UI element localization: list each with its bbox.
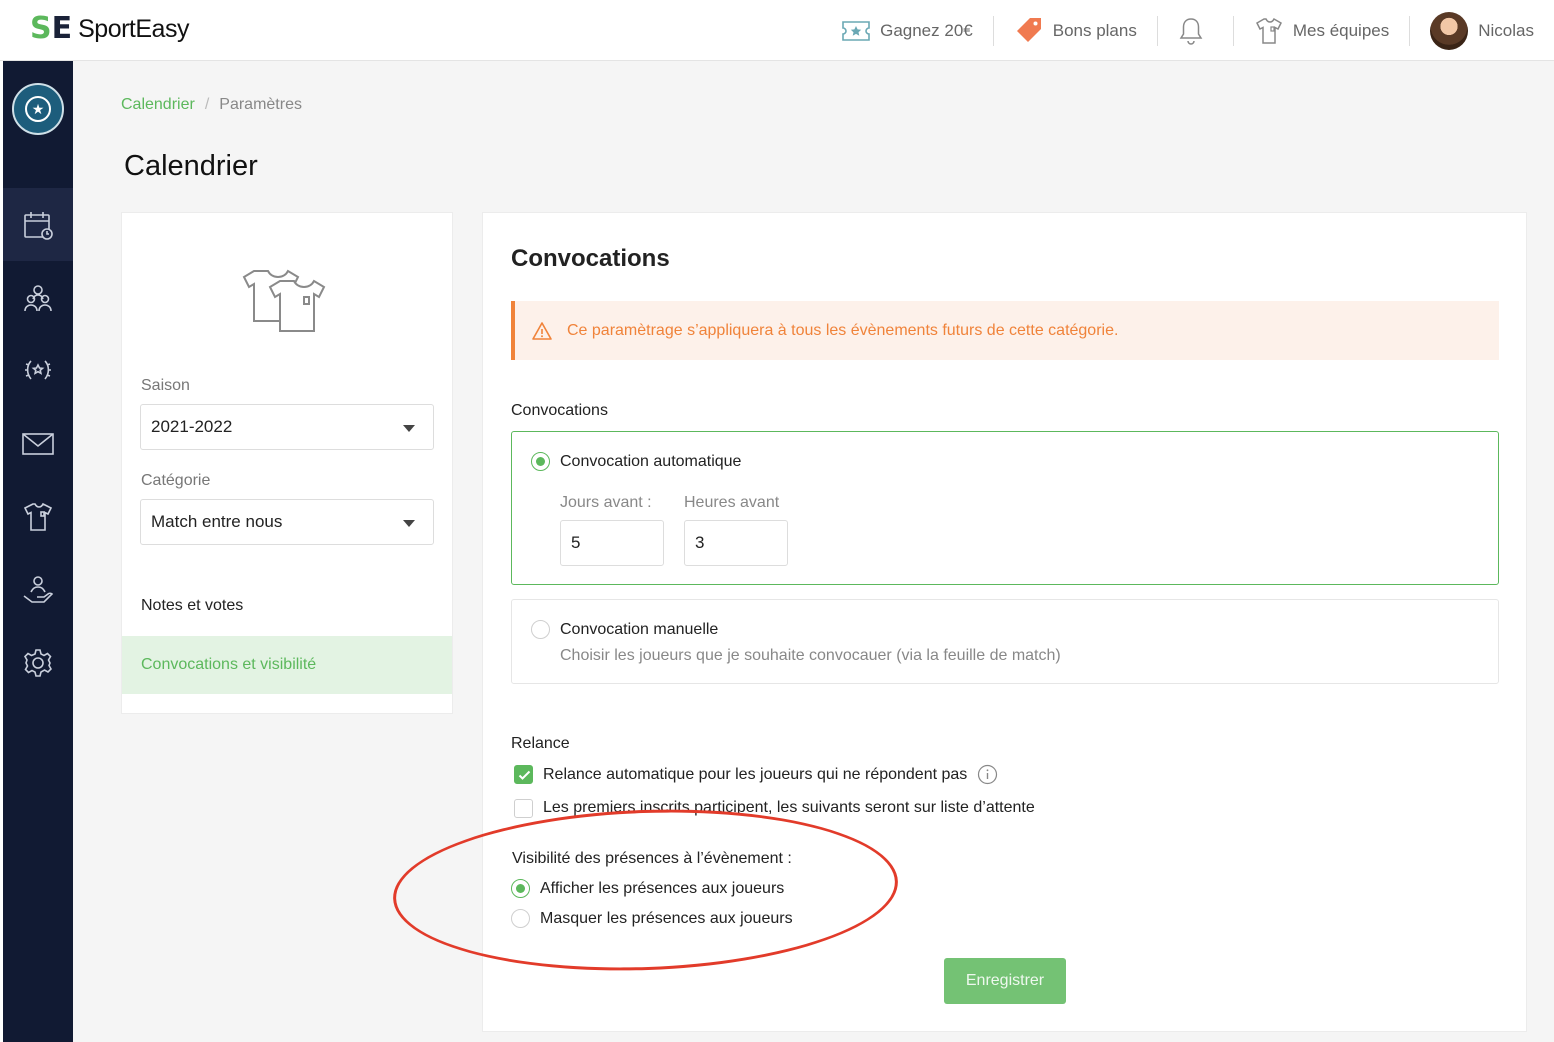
my-teams-label: Mes équipes — [1292, 20, 1390, 40]
season-label: Saison — [141, 377, 190, 394]
check-icon — [518, 770, 531, 780]
gear-icon — [24, 648, 52, 677]
manual-convocation-radio[interactable] — [531, 620, 550, 639]
laurel-icon — [25, 359, 51, 380]
top-actions: Gagnez 20€ Bons plans Mes équipes Nicola… — [821, 0, 1534, 61]
page-title: Calendrier — [124, 150, 258, 182]
sidebar-item-settings[interactable] — [3, 626, 73, 699]
deals-link[interactable]: Bons plans — [994, 15, 1158, 46]
club-badge[interactable]: ★ — [12, 83, 64, 135]
auto-reminder-label: Relance automatique pour les joueurs qui… — [543, 765, 968, 783]
tag-icon — [1016, 17, 1041, 42]
manual-convocation-option[interactable]: Convocation manuelle Choisir les joueurs… — [511, 599, 1499, 684]
warning-text: Ce paramètrage s’appliquera à tous les é… — [567, 321, 1119, 339]
sidebar-item-donations[interactable] — [3, 553, 73, 626]
save-button[interactable]: Enregistrer — [944, 958, 1066, 1004]
sidebar: ★ — [0, 61, 73, 1042]
calendar-icon — [24, 211, 53, 240]
hours-before-label: Heures avant — [684, 494, 780, 511]
hide-attendance-radio[interactable] — [511, 909, 530, 928]
show-attendance-radio[interactable] — [511, 879, 530, 898]
auto-reminder-checkbox[interactable] — [514, 765, 533, 784]
top-bar: S E SportEasy Gagnez 20€ Bons plans Mes … — [0, 0, 1554, 61]
sidebar-item-calendar[interactable] — [3, 188, 73, 261]
category-select[interactable]: Match entre nous — [140, 499, 434, 545]
warning-icon — [532, 321, 552, 340]
season-select[interactable]: 2021-2022 — [140, 404, 434, 450]
convocations-section-label: Convocations — [511, 402, 608, 419]
logo-text: SportEasy — [78, 14, 189, 43]
waiting-list-label: Les premiers inscrits participent, les s… — [543, 799, 1035, 816]
auto-convocation-radio[interactable] — [531, 452, 550, 471]
hide-attendance-label: Masquer les présences aux joueurs — [540, 910, 793, 927]
logo-mark: S E — [30, 11, 72, 46]
warning-banner: Ce paramètrage s’appliquera à tous les é… — [511, 301, 1499, 360]
category-value: Match entre nous — [151, 512, 283, 531]
people-icon — [24, 284, 52, 311]
avatar — [1430, 11, 1469, 50]
ticket-icon — [842, 20, 870, 41]
caret-down-icon — [403, 520, 415, 527]
manual-convocation-description: Choisir les joueurs que je souhaite conv… — [560, 647, 1061, 664]
caret-down-icon — [403, 425, 415, 432]
days-before-label: Jours avant : — [560, 494, 652, 511]
jerseys-icon — [242, 269, 326, 332]
link-notes-votes[interactable]: Notes et votes — [122, 577, 452, 635]
show-attendance-label: Afficher les présences aux joueurs — [540, 880, 785, 897]
settings-card: Convocations Ce paramètrage s’appliquera… — [482, 212, 1527, 1032]
sidebar-nav — [3, 188, 73, 699]
breadcrumb-separator: / — [204, 96, 210, 113]
sidebar-item-competitions[interactable] — [3, 334, 73, 407]
hours-before-input[interactable]: 3 — [684, 520, 788, 566]
card-title: Convocations — [511, 245, 670, 272]
days-before-input[interactable]: 5 — [560, 520, 664, 566]
auto-convocation-option[interactable]: Convocation automatique Jours avant : He… — [511, 431, 1499, 585]
category-panel: Saison 2021-2022 Catégorie Match entre n… — [121, 212, 453, 714]
sidebar-item-messages[interactable] — [3, 407, 73, 480]
info-icon[interactable] — [977, 764, 998, 785]
manual-convocation-label: Convocation manuelle — [560, 621, 719, 638]
user-menu[interactable]: Nicolas — [1410, 11, 1534, 50]
jersey-icon — [1255, 17, 1282, 44]
waiting-list-checkbox[interactable] — [514, 799, 533, 818]
link-convocations-visibility[interactable]: Convocations et visibilité — [122, 636, 452, 694]
earn-link[interactable]: Gagnez 20€ — [821, 15, 994, 46]
category-label: Catégorie — [141, 472, 211, 489]
jersey-icon — [23, 502, 53, 531]
my-teams-link[interactable]: Mes équipes — [1234, 15, 1411, 46]
breadcrumb: Calendrier / Paramètres — [121, 96, 302, 114]
earn-label: Gagnez 20€ — [880, 20, 973, 40]
deals-label: Bons plans — [1052, 20, 1137, 40]
user-name: Nicolas — [1478, 20, 1534, 40]
visibility-section-label: Visibilité des présences à l’évènement : — [512, 850, 792, 867]
sidebar-item-members[interactable] — [3, 261, 73, 334]
season-value: 2021-2022 — [151, 417, 233, 436]
envelope-icon — [22, 432, 54, 455]
star-icon: ★ — [25, 96, 51, 122]
bell-icon — [1179, 17, 1203, 45]
breadcrumb-link-calendar[interactable]: Calendrier — [121, 96, 195, 114]
relance-section-label: Relance — [511, 735, 570, 752]
sidebar-item-teams[interactable] — [3, 480, 73, 553]
sporteasy-logo[interactable]: S E SportEasy — [30, 14, 189, 44]
notifications-button[interactable] — [1158, 15, 1234, 46]
auto-reminder-option: Relance automatique pour les joueurs qui… — [543, 764, 998, 785]
hand-person-icon — [23, 575, 54, 603]
breadcrumb-current: Paramètres — [219, 96, 302, 113]
auto-convocation-label: Convocation automatique — [560, 453, 742, 470]
